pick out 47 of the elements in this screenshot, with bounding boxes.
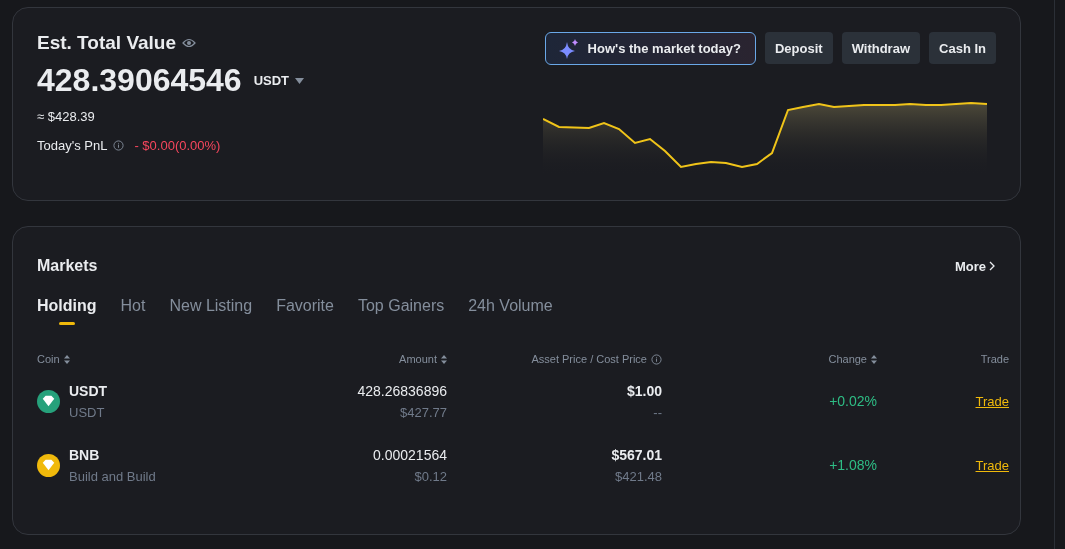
sort-icon[interactable] (441, 354, 447, 364)
chevron-right-icon[interactable] (988, 261, 996, 271)
coin-amount: 0.00021564 (373, 446, 447, 463)
trade-link[interactable]: Trade (975, 393, 1009, 409)
pnl-label: Today's PnL (37, 138, 108, 153)
approx-value: ≈ $428.39 (37, 109, 96, 124)
price-change: +1.08% (829, 457, 877, 473)
market-tab[interactable]: Holding (37, 297, 97, 325)
column-header: Change (828, 353, 867, 365)
market-assistant-button[interactable]: How's the market today? (544, 32, 756, 65)
cost-price: -- (653, 404, 662, 420)
trade-link[interactable]: Trade (975, 457, 1009, 473)
market-tab[interactable]: Favorite (276, 297, 334, 325)
cost-price: $421.48 (615, 468, 662, 484)
total-value-title: Est. Total Value (37, 32, 177, 54)
market-tab[interactable]: Top Gainers (357, 297, 445, 325)
price-change: +0.02% (829, 393, 877, 409)
coin-symbol: USDT (69, 382, 108, 399)
column-header: Amount (399, 353, 437, 365)
eye-icon[interactable] (182, 38, 197, 48)
asset-price: $1.00 (626, 382, 662, 399)
info-icon[interactable] (651, 353, 662, 365)
action-button[interactable]: Deposit (764, 32, 833, 64)
currency-selector[interactable]: USDT (253, 73, 290, 88)
market-tab[interactable]: Hot (120, 297, 146, 325)
column-header: Asset Price / Cost Price (531, 353, 647, 365)
column-header: Trade (980, 353, 1009, 365)
column-header: Coin (37, 353, 60, 365)
sort-icon[interactable] (63, 354, 70, 364)
total-value: 428.39064546 (37, 62, 242, 99)
asset-price: $567.01 (611, 446, 662, 463)
coin-amount: 428.26836896 (357, 382, 447, 399)
markets-title: Markets (37, 257, 98, 275)
amount-usd: $0.12 (414, 468, 447, 484)
caret-icon[interactable] (295, 77, 305, 84)
info-icon[interactable] (113, 140, 125, 151)
market-tab[interactable]: New Listing (169, 297, 253, 325)
amount-usd: $427.77 (400, 404, 447, 420)
coin-name: Build and Build (69, 468, 156, 484)
pnl-value: - $0.00(0.00%) (134, 138, 221, 153)
action-button[interactable]: Withdraw (841, 32, 921, 64)
market-tab[interactable]: 24h Volume (468, 297, 553, 325)
action-button[interactable]: Cash In (929, 32, 996, 64)
coin-symbol: BNB (69, 446, 100, 463)
more-link[interactable]: More (954, 258, 996, 274)
sort-icon[interactable] (871, 354, 877, 364)
coin-name: USDT (69, 404, 105, 420)
